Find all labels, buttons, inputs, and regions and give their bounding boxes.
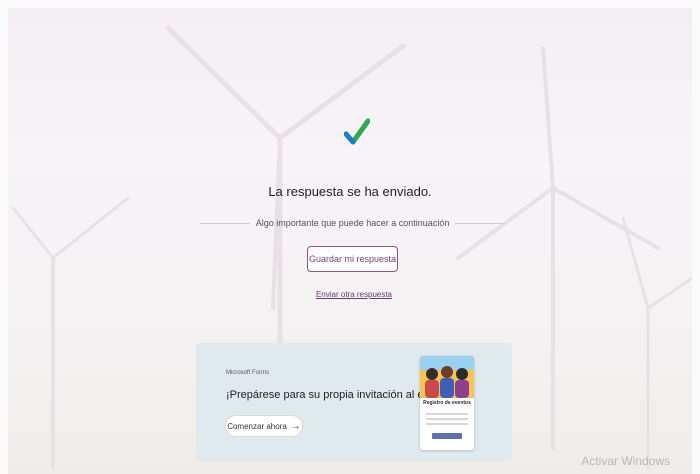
next-steps-text: Algo importante que puede hacer a contin… [255,218,450,228]
promo-brand: Microsoft Forms [226,370,270,376]
confirmation-title: La respuesta se ha enviado. [268,184,432,199]
event-flyer-thumbnail: Registro de eventos [420,356,474,450]
people-illustration [420,356,474,398]
start-now-button[interactable]: Comenzar ahora → [225,415,303,437]
screen: La respuesta se ha enviado. Algo importa… [0,0,700,474]
divider-line-left [200,222,250,224]
submit-another-response-link[interactable]: Enviar otra respuesta [0,290,700,299]
windows-activation-watermark: Activar Windows [581,454,670,468]
flyer-button-graphic [432,433,462,439]
start-now-label: Comenzar ahora [227,421,287,431]
divider-line-right [455,222,506,224]
arrow-right-icon: → [290,420,301,432]
save-response-button[interactable]: Guardar mi respuesta [307,246,398,272]
flyer-title: Registro de eventos [423,400,471,406]
checkmark-icon [344,118,370,145]
flyer-text-lines [426,413,468,428]
next-steps-divider: Algo importante que puede hacer a contin… [200,215,506,231]
